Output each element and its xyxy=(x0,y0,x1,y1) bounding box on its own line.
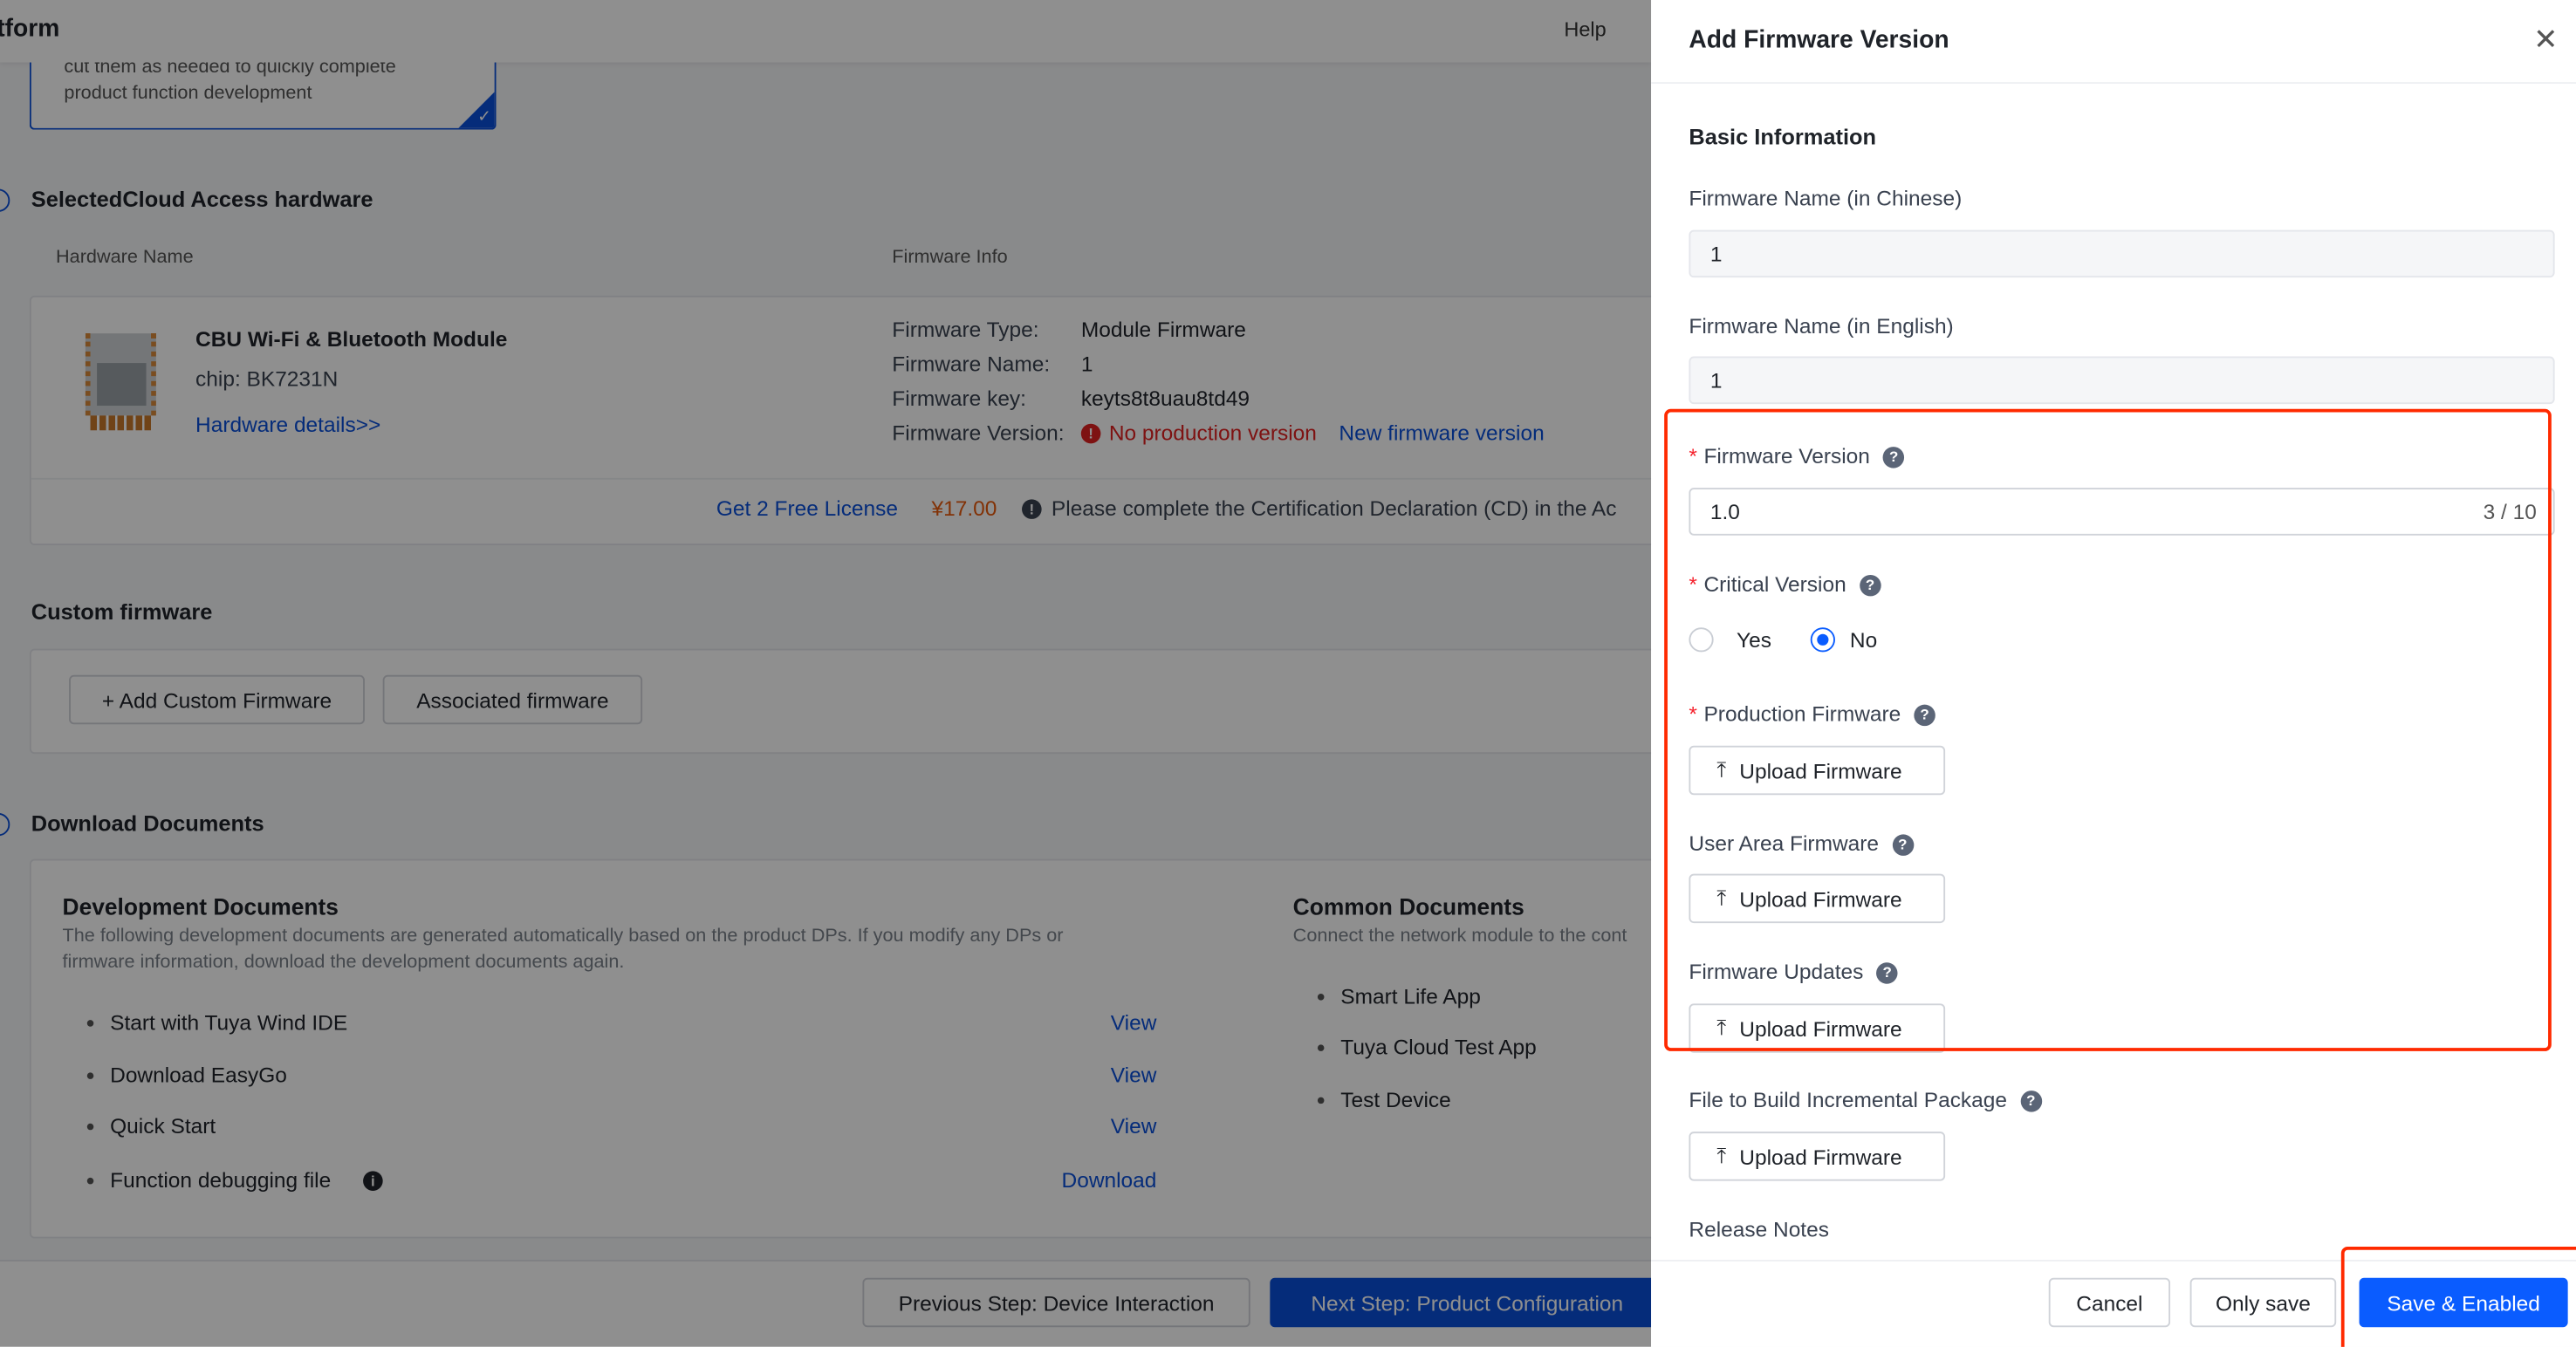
incremental-package-label: File to Build Incremental Package? xyxy=(1689,1084,2042,1118)
highlight-box xyxy=(2340,1246,2576,1347)
field-label: Firmware Name (in Chinese) xyxy=(1689,185,1963,210)
highlight-box xyxy=(1664,408,2552,1051)
firmware-name-english-input[interactable]: 1 xyxy=(1689,356,2555,405)
cancel-button[interactable]: Cancel xyxy=(2048,1277,2171,1328)
upload-icon: ⤒ xyxy=(1716,1143,1727,1168)
firmware-name-chinese-input[interactable]: 1 xyxy=(1689,229,2555,278)
close-icon[interactable]: ✕ xyxy=(2533,23,2558,56)
section-heading: Basic Information xyxy=(1689,125,1877,150)
help-icon[interactable]: ? xyxy=(2020,1091,2042,1112)
button-label: Upload Firmware xyxy=(1739,1144,1902,1169)
only-save-button[interactable]: Only save xyxy=(2189,1277,2337,1328)
add-firmware-drawer: Add Firmware Version ✕ Basic Information… xyxy=(1651,0,2576,1347)
label-text: File to Build Incremental Package xyxy=(1689,1087,2008,1112)
release-notes-label: Release Notes xyxy=(1689,1217,1829,1242)
modal-overlay[interactable] xyxy=(0,0,1652,1347)
field-label: Firmware Name (in English) xyxy=(1689,313,1954,338)
divider xyxy=(1651,82,2576,85)
drawer-title: Add Firmware Version xyxy=(1689,26,1949,55)
upload-incremental-file-button[interactable]: ⤒ Upload Firmware xyxy=(1689,1132,1946,1181)
